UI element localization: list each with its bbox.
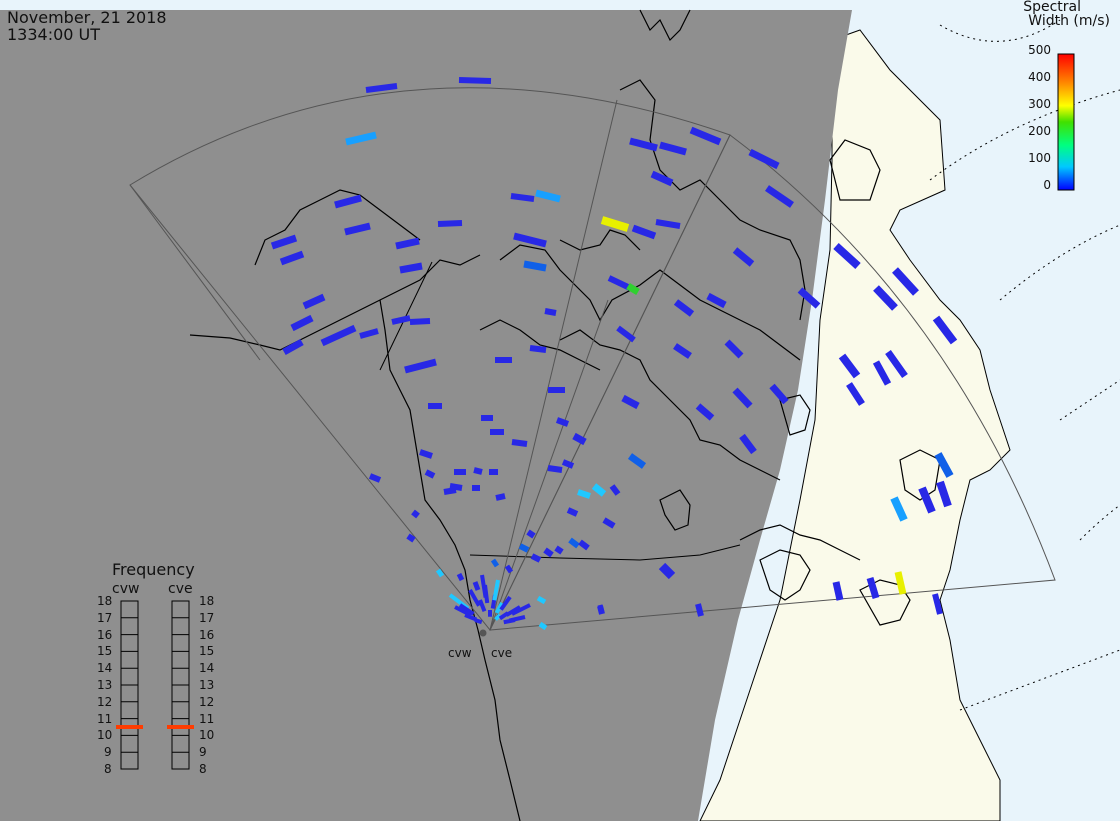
colorbar-tick: 100	[1028, 151, 1051, 165]
frequency-scale-label: 16	[97, 627, 113, 642]
vector-cell	[456, 572, 465, 582]
frequency-scale-label: 18	[199, 594, 215, 608]
frequency-scale-label: 14	[199, 661, 215, 676]
frequency-scale-label: 16	[199, 627, 215, 642]
vector-cell	[490, 558, 500, 568]
vector-cell	[695, 603, 704, 617]
radar-site-marker	[479, 629, 487, 637]
vector-cell	[473, 467, 483, 475]
vector-cell	[566, 507, 579, 517]
vector-cell	[435, 568, 445, 578]
date-label: November, 21 2018	[7, 8, 167, 27]
vector-cell	[511, 439, 528, 447]
vector-cell	[368, 473, 382, 483]
vector-cell	[391, 315, 411, 325]
frequency-scale-label: 13	[199, 678, 215, 692]
frequency-radar-label-cvw: cvw	[112, 581, 140, 597]
vector-cell	[474, 618, 483, 625]
site-label-cve: cve	[491, 646, 513, 660]
frequency-scale-label: 15	[97, 644, 113, 659]
vector-cell	[530, 553, 542, 563]
time-label: 1334:00 UT	[7, 25, 101, 44]
vector-cell	[543, 547, 554, 558]
vector-cell	[419, 449, 433, 459]
vector-cell	[365, 83, 398, 93]
vector-cell	[458, 77, 492, 84]
vector-cell	[504, 564, 514, 574]
colorbar	[1057, 53, 1075, 191]
vector-cell	[424, 469, 436, 479]
vector-cell	[577, 489, 591, 499]
frequency-scale-label: 9	[199, 745, 207, 760]
vector-cell	[472, 581, 481, 591]
colorbar-tick: 300	[1028, 97, 1051, 111]
frequency-title: Frequency	[112, 560, 195, 579]
vector-cell	[395, 237, 420, 250]
frequency-scale-label: 18	[97, 594, 113, 608]
vector-cell	[538, 621, 548, 631]
vector-cell	[894, 571, 907, 595]
vector-cell	[495, 493, 506, 501]
vector-cell	[510, 193, 535, 202]
frequency-scale-label: 17	[199, 610, 215, 625]
vector-cell	[437, 220, 463, 227]
colorbar-tick: 400	[1028, 70, 1051, 84]
frequency-scale-label: 13	[97, 678, 113, 692]
frequency-scale-label: 11	[199, 711, 215, 726]
frequency-indicator	[116, 725, 143, 729]
vector-cell	[554, 545, 564, 555]
vector-cell	[597, 604, 605, 613]
frequency-scale-label: 9	[104, 745, 112, 760]
vector-cell	[529, 345, 547, 353]
colorbar-title-line2: Width (m/s)	[1028, 13, 1110, 29]
site-label-cvw: cvw	[448, 646, 472, 660]
vector-cell	[655, 219, 681, 229]
vector-cell	[518, 543, 530, 553]
vector-cell	[449, 483, 463, 491]
frequency-scale-label: 14	[97, 661, 113, 676]
frequency-scale-label: 8	[199, 762, 207, 776]
map-canvas	[0, 0, 1120, 821]
frequency-scale-label: 10	[199, 728, 215, 743]
vector-cell	[406, 533, 416, 543]
frequency-scale-label: 15	[199, 644, 215, 659]
frequency-scale-label: 17	[97, 610, 113, 625]
vector-cell	[544, 308, 557, 316]
frequency-scale-label: 11	[97, 711, 113, 726]
vector-cell	[399, 262, 423, 274]
vector-cell	[547, 465, 563, 473]
vector-cell	[443, 487, 457, 495]
vector-cell	[526, 529, 536, 539]
frequency-radar-label-cve: cve	[168, 581, 193, 597]
frequency-indicator	[167, 725, 194, 729]
vector-cell	[409, 318, 431, 325]
frequency-scale-label: 8	[104, 762, 112, 776]
vector-cell	[411, 509, 420, 519]
vector-cell	[561, 459, 575, 469]
vector-cell	[523, 260, 547, 272]
colorbar-tick: 500	[1028, 43, 1051, 57]
colorbar-tick: 0	[1043, 178, 1051, 192]
vector-cell	[555, 417, 570, 427]
frequency-scale-label: 10	[97, 728, 113, 743]
vector-cell	[832, 581, 844, 601]
frequency-scale-label: 12	[97, 694, 113, 709]
vector-cell	[536, 595, 547, 605]
colorbar-tick: 200	[1028, 124, 1051, 138]
frequency-scale-label: 12	[199, 694, 215, 709]
vector-cell	[503, 618, 516, 625]
